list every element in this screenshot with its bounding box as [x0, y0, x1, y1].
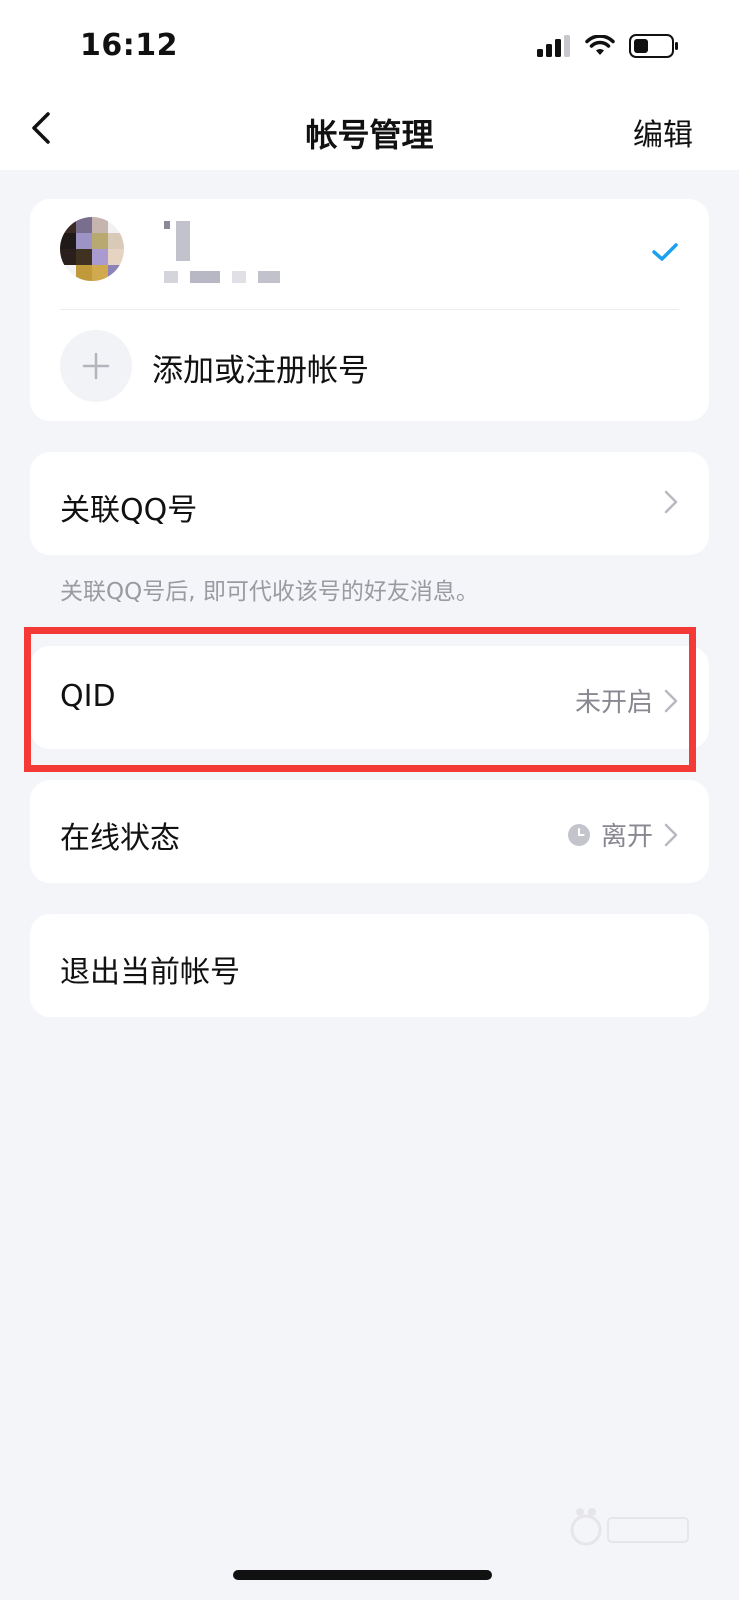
link-qq-row[interactable]: 关联QQ号 — [30, 452, 709, 555]
online-status-value: 离开 — [600, 822, 653, 852]
divider — [60, 309, 679, 310]
online-status-right: 离开 — [567, 816, 679, 853]
highlight-box — [24, 627, 696, 772]
online-status-label: 在线状态 — [60, 821, 180, 856]
clock-icon — [567, 823, 590, 846]
add-account-circle — [60, 330, 132, 402]
baidu-watermark-logo — [570, 1508, 689, 1546]
home-indicator[interactable] — [233, 1570, 492, 1580]
chevron-right-icon — [664, 490, 678, 514]
account-name-blurred — [164, 221, 190, 261]
add-account-label: 添加或注册帐号 — [152, 353, 369, 389]
edit-button[interactable]: 编辑 — [633, 110, 693, 154]
page-title: 帐号管理 — [305, 116, 434, 154]
status-bar: 16:12 — [0, 0, 739, 96]
status-time: 16:12 — [80, 28, 178, 63]
link-qq-right — [663, 488, 679, 516]
avatar — [60, 217, 124, 281]
nav-bar: 帐号管理 编辑 — [0, 96, 739, 170]
account-id-blurred — [164, 271, 280, 283]
battery-icon — [629, 34, 678, 58]
wifi-icon — [585, 35, 615, 55]
logout-button[interactable]: 退出当前帐号 — [30, 914, 709, 1017]
check-icon — [652, 243, 678, 261]
signal-icon — [537, 35, 570, 57]
link-qq-label: 关联QQ号 — [60, 493, 198, 528]
chevron-right-icon — [664, 823, 678, 846]
logout-label: 退出当前帐号 — [60, 955, 240, 990]
link-qq-hint: 关联QQ号后, 即可代收该号的好友消息。 — [60, 579, 479, 605]
plus-icon — [82, 352, 110, 380]
online-status-row[interactable]: 在线状态 离开 — [30, 780, 709, 883]
status-icons — [537, 34, 679, 58]
account-card: 添加或注册帐号 — [30, 199, 709, 421]
